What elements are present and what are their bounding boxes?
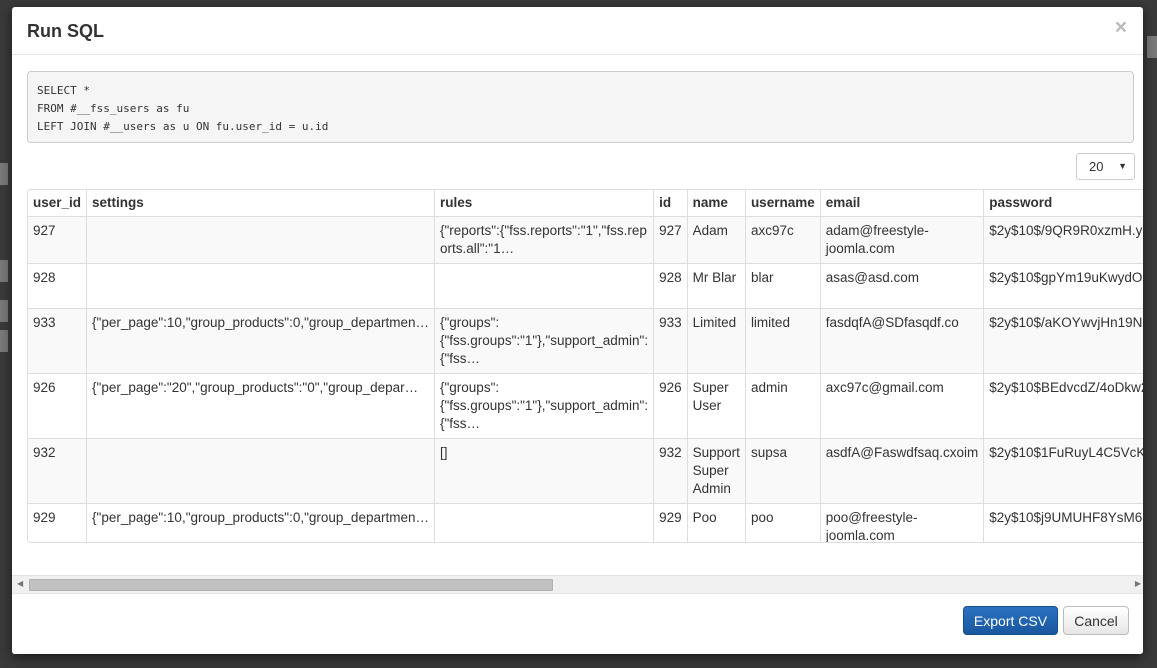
cell-username: poo [745,503,821,542]
modal-body: SELECT * FROM #__fss_users as fu LEFT JO… [12,55,1143,593]
cell-rules: {"reports":{"fss.reports":"1","fss.repor… [434,216,655,264]
table-row: 928 928 Mr Blar blar asas@asd.com $2y$10… [28,263,1143,309]
background-fragment [0,260,8,282]
cell-username: supsa [745,438,821,504]
results-table-container: user_id settings rules id name username … [27,189,1143,543]
cell-username: admin [745,373,821,439]
chevron-down-icon: ▼ [1118,161,1127,171]
column-header-name[interactable]: name [687,190,746,217]
background-fragment [0,330,8,352]
cell-email: poo@freestyle-joomla.com [820,503,985,542]
column-header-rules[interactable]: rules [434,190,655,217]
cell-name: Adam [687,216,746,264]
cell-email: asdfA@Faswdfsaq.cxoim [820,438,985,504]
cell-password-text: $2y$10$BEdvcdZ/4oDkw2xzM [989,380,1143,395]
scrollbar-thumb[interactable] [29,579,553,591]
cell-id: 933 [653,308,688,374]
cell-settings: {"per_page":10,"group_products":0,"group… [86,308,435,374]
cell-password-text: $2y$10$/9QR9R0xzmH.yae9M [989,223,1143,238]
table-row: 929 {"per_page":10,"group_products":0,"g… [28,503,1143,542]
cell-email: adam@freestyle-joomla.com [820,216,985,264]
per-page-select[interactable]: 20 ▼ [1076,153,1135,180]
cell-rules-text: {"reports":{"fss.reports":"1","fss.repor… [439,223,647,256]
results-table: user_id settings rules id name username … [28,190,1143,542]
cell-settings: {"per_page":"20","group_products":"0","g… [86,373,435,439]
cell-username: limited [745,308,821,374]
cell-id: 926 [653,373,688,439]
table-row: 926 {"per_page":"20","group_products":"0… [28,373,1143,439]
background-fragment [1147,36,1157,58]
scroll-right-icon[interactable]: ▶ [1135,579,1141,588]
cell-name: Support Super Admin [687,438,746,504]
table-row: 933 {"per_page":10,"group_products":0,"g… [28,308,1143,374]
export-csv-button[interactable]: Export CSV [963,606,1058,635]
cell-id: 927 [653,216,688,264]
column-header-email[interactable]: email [820,190,985,217]
per-page-value: 20 [1089,159,1104,174]
cell-email: axc97c@gmail.com [820,373,985,439]
column-header-username[interactable]: username [745,190,821,217]
cell-name: Poo [687,503,746,542]
cell-username: blar [745,263,821,309]
run-sql-modal: Run SQL × SELECT * FROM #__fss_users as … [12,7,1143,654]
cell-email: fasdqfA@SDfasqdf.co [820,308,985,374]
background-fragment [0,163,8,185]
modal-footer: Export CSV Cancel [12,593,1143,654]
cell-user-id: 926 [28,373,88,439]
modal-title: Run SQL [27,21,104,41]
cell-settings [86,438,435,504]
cell-user-id: 929 [28,503,88,542]
background-fragment [0,300,8,322]
column-header-id[interactable]: id [653,190,688,217]
table-header-row: user_id settings rules id name username … [28,190,1143,217]
cell-settings-text: {"per_page":"20","group_products":"0","g… [92,380,419,395]
cell-rules-text: {"groups":{"fss.groups":"1"},"support_ad… [439,315,649,366]
cell-password: $2y$10$/aKOYwvjHn19NSwS [983,308,1143,374]
cell-password-text: $2y$10$/aKOYwvjHn19NSwS [989,315,1143,330]
cell-user-id: 932 [28,438,88,504]
table-row: 927 {"reports":{"fss.reports":"1","fss.r… [28,216,1143,264]
cell-rules [434,263,655,309]
cell-settings [86,263,435,309]
cell-name: Super User [687,373,746,439]
cell-name: Limited [687,308,746,374]
cell-password-text: $2y$10$1FuRuyL4C5VcKaRo [989,445,1143,460]
cell-settings: {"per_page":10,"group_products":0,"group… [86,503,435,542]
cell-settings [86,216,435,264]
cell-rules-text: [] [439,445,448,460]
cell-password-text: $2y$10$j9UMUHF8YsM6n3C4 [989,510,1143,525]
cell-password: $2y$10$1FuRuyL4C5VcKaRo [983,438,1143,504]
cell-rules [434,503,655,542]
column-header-user-id[interactable]: user_id [28,190,88,217]
cell-id: 928 [653,263,688,309]
scroll-left-icon[interactable]: ◀ [17,579,23,588]
cell-email: asas@asd.com [820,263,985,309]
sql-query-display: SELECT * FROM #__fss_users as fu LEFT JO… [27,71,1134,143]
cell-user-id: 928 [28,263,88,309]
cell-rules: [] [434,438,655,504]
cell-settings-text: {"per_page":10,"group_products":0,"group… [92,510,429,525]
cell-settings-text: {"per_page":10,"group_products":0,"group… [92,315,429,330]
cell-password: $2y$10$gpYm19uKwydOiEDg [983,263,1143,309]
cell-rules-text: {"groups":{"fss.groups":"1"},"support_ad… [439,380,649,431]
cell-password-text: $2y$10$gpYm19uKwydOiEDg [989,270,1143,285]
cell-user-id: 927 [28,216,88,264]
table-row: 932 [] 932 Support Super Admin supsa asd… [28,438,1143,504]
cell-password: $2y$10$j9UMUHF8YsM6n3C4 [983,503,1143,542]
close-icon[interactable]: × [1115,16,1127,40]
cancel-button[interactable]: Cancel [1063,606,1129,635]
cell-user-id: 933 [28,308,88,374]
cell-rules: {"groups":{"fss.groups":"1"},"support_ad… [434,373,655,439]
cell-id: 929 [653,503,688,542]
cell-rules: {"groups":{"fss.groups":"1"},"support_ad… [434,308,655,374]
cell-username: axc97c [745,216,821,264]
column-header-password[interactable]: password [983,190,1143,217]
column-header-settings[interactable]: settings [86,190,435,217]
horizontal-scrollbar[interactable]: ◀ ▶ [12,575,1143,593]
cell-password: $2y$10$/9QR9R0xzmH.yae9M [983,216,1143,264]
cell-name: Mr Blar [687,263,746,309]
cell-id: 932 [653,438,688,504]
cell-password: $2y$10$BEdvcdZ/4oDkw2xzM [983,373,1143,439]
modal-header: Run SQL × [12,7,1143,55]
